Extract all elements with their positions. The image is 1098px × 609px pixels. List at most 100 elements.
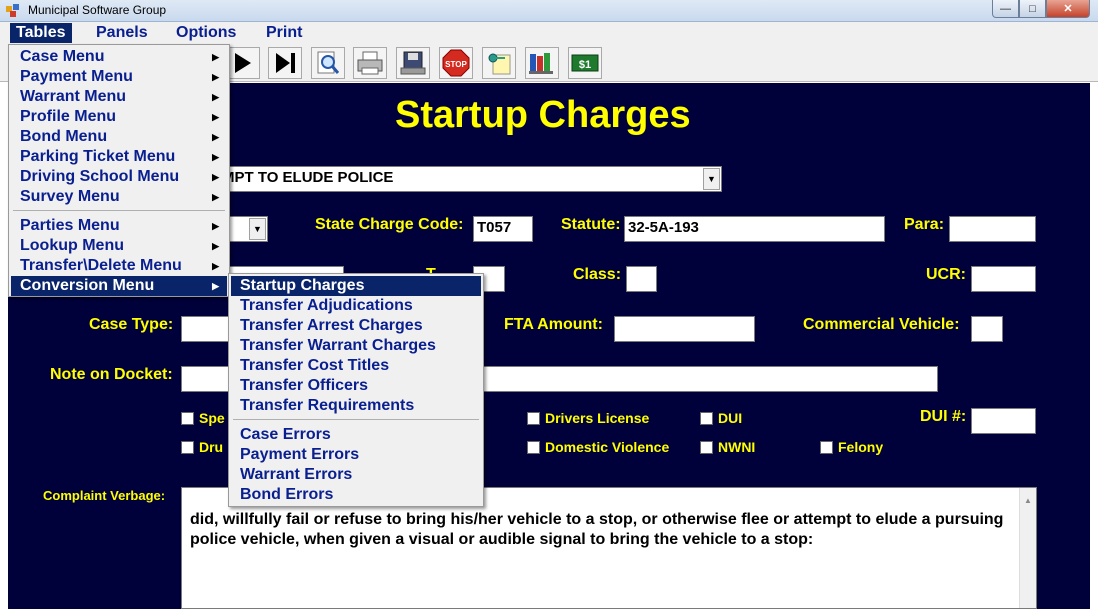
save-button[interactable] <box>396 47 430 79</box>
tables-dropdown-menu: Case Menu ▶ Payment Menu ▶ Warrant Menu ▶ P… <box>8 44 230 297</box>
stop-sign-icon: STOP <box>442 49 470 77</box>
window-title: Municipal Software Group <box>28 3 167 17</box>
menu-item-lookup-menu[interactable]: Lookup Menu ▶ <box>11 236 227 256</box>
dru-checkbox[interactable]: Dru <box>181 439 223 455</box>
submenu-arrow-icon: ▶ <box>212 132 219 142</box>
menu-item-label: Bond Menu <box>20 128 108 145</box>
dollar-bill-label: $1 <box>579 59 591 71</box>
menu-item-label: Transfer\Delete Menu <box>20 257 182 274</box>
title-bar: Municipal Software Group — □ ✕ <box>0 0 1098 22</box>
ucr-field[interactable] <box>971 266 1036 292</box>
menu-item-transfer-officers[interactable]: Transfer Officers <box>231 376 481 396</box>
menu-item-case-menu[interactable]: Case Menu ▶ <box>11 47 227 67</box>
next-record-button[interactable] <box>226 47 260 79</box>
note-on-docket-label: Note on Docket: <box>50 366 173 383</box>
menu-item-case-errors[interactable]: Case Errors <box>231 425 481 445</box>
menu-item-bond-errors[interactable]: Bond Errors <box>231 485 481 505</box>
stop-sign-label: STOP <box>445 60 467 69</box>
chevron-down-icon[interactable]: ▼ <box>703 168 720 190</box>
state-charge-code-field[interactable]: T057 <box>473 216 533 242</box>
menu-item-transfer-adjudications[interactable]: Transfer Adjudications <box>231 296 481 316</box>
submenu-arrow-icon: ▶ <box>212 192 219 202</box>
key-notes-button[interactable] <box>482 47 516 79</box>
maximize-button[interactable]: □ <box>1019 0 1046 18</box>
chevron-down-icon[interactable]: ▼ <box>249 218 266 240</box>
key-notepad-icon <box>488 53 511 75</box>
menu-item-label: Conversion Menu <box>20 277 155 294</box>
domestic-violence-checkbox[interactable]: Domestic Violence <box>527 439 669 455</box>
para-field[interactable] <box>949 216 1036 242</box>
menu-item-parking-ticket-menu[interactable]: Parking Ticket Menu ▶ <box>11 147 227 167</box>
magnifier-icon <box>317 51 340 74</box>
para-label: Para: <box>904 216 945 233</box>
menu-item-label: Driving School Menu <box>20 168 180 185</box>
charge-description-select[interactable]: MPT TO ELUDE POLICE ▼ <box>218 166 722 192</box>
maximize-icon: □ <box>1029 2 1036 15</box>
menu-item-transfer-requirements[interactable]: Transfer Requirements <box>231 396 481 416</box>
menu-item-driving-school-menu[interactable]: Driving School Menu ▶ <box>11 167 227 187</box>
submenu-arrow-icon: ▶ <box>212 241 219 251</box>
class-label: Class: <box>573 266 622 283</box>
minimize-button[interactable]: — <box>992 0 1019 18</box>
menu-print[interactable]: Print <box>260 23 308 43</box>
menu-item-profile-menu[interactable]: Profile Menu ▶ <box>11 107 227 127</box>
search-button[interactable] <box>311 47 345 79</box>
dui-number-label: DUI #: <box>920 408 967 425</box>
submenu-arrow-icon: ▶ <box>212 52 219 62</box>
submenu-arrow-icon: ▶ <box>212 92 219 102</box>
menu-options[interactable]: Options <box>170 23 242 43</box>
dui-number-field[interactable] <box>971 408 1036 434</box>
menu-item-transfer-delete-menu[interactable]: Transfer\Delete Menu ▶ <box>11 256 227 276</box>
menu-panels[interactable]: Panels <box>90 23 154 43</box>
vertical-scrollbar[interactable]: ▲ <box>1019 488 1036 608</box>
menu-item-payment-menu[interactable]: Payment Menu ▶ <box>11 67 227 87</box>
stop-button[interactable]: STOP <box>439 47 473 79</box>
dui-checkbox[interactable]: DUI <box>700 410 742 426</box>
submenu-arrow-icon: ▶ <box>212 112 219 122</box>
menu-item-survey-menu[interactable]: Survey Menu ▶ <box>11 187 227 207</box>
drivers-license-label: Drivers License <box>545 410 650 426</box>
scroll-up-icon[interactable]: ▲ <box>1024 491 1032 511</box>
menu-item-warrant-errors[interactable]: Warrant Errors <box>231 465 481 485</box>
menu-separator <box>233 419 479 420</box>
last-icon <box>276 53 295 73</box>
library-button[interactable] <box>525 47 559 79</box>
spe-checkbox-label: Spe <box>199 410 225 426</box>
menu-item-parties-menu[interactable]: Parties Menu ▶ <box>11 216 227 236</box>
menu-item-label: Lookup Menu <box>20 237 124 254</box>
submenu-arrow-icon: ▶ <box>212 281 219 291</box>
menu-item-startup-charges[interactable]: Startup Charges <box>231 276 481 296</box>
felony-checkbox[interactable]: Felony <box>820 439 883 455</box>
menu-item-payment-errors[interactable]: Payment Errors <box>231 445 481 465</box>
menu-bar: Tables Panels Options Print <box>0 22 1098 44</box>
menu-item-bond-menu[interactable]: Bond Menu ▶ <box>11 127 227 147</box>
dollar-bill-icon: $1 <box>571 54 599 72</box>
last-record-button[interactable] <box>268 47 302 79</box>
play-icon <box>235 53 251 73</box>
minimize-icon: — <box>1000 2 1011 15</box>
menu-item-label: Profile Menu <box>20 108 117 125</box>
commercial-vehicle-field[interactable] <box>971 316 1003 342</box>
fta-amount-field[interactable] <box>614 316 755 342</box>
print-button[interactable] <box>353 47 387 79</box>
menu-item-label: Warrant Menu <box>20 88 127 105</box>
menu-item-label: Parking Ticket Menu <box>20 148 176 165</box>
menu-separator <box>13 210 225 211</box>
payment-button[interactable]: $1 <box>568 47 602 79</box>
complaint-verbage-text: did, willfully fail or refuse to bring h… <box>190 511 1004 548</box>
statute-field[interactable]: 32-5A-193 <box>624 216 885 242</box>
menu-item-transfer-cost-titles[interactable]: Transfer Cost Titles <box>231 356 481 376</box>
menu-item-transfer-arrest-charges[interactable]: Transfer Arrest Charges <box>231 316 481 336</box>
menu-item-conversion-menu[interactable]: Conversion Menu ▶ <box>11 276 227 296</box>
spe-checkbox[interactable]: Spe <box>181 410 225 426</box>
menu-item-transfer-warrant-charges[interactable]: Transfer Warrant Charges <box>231 336 481 356</box>
submenu-arrow-icon: ▶ <box>212 72 219 82</box>
commercial-vehicle-label: Commercial Vehicle: <box>803 316 960 333</box>
nwni-checkbox[interactable]: NWNI <box>700 439 755 455</box>
class-field[interactable] <box>626 266 657 292</box>
complaint-verbage-label: Complaint Verbage: <box>43 488 166 503</box>
close-button[interactable]: ✕ <box>1046 0 1090 18</box>
drivers-license-checkbox[interactable]: Drivers License <box>527 410 649 426</box>
menu-tables[interactable]: Tables <box>10 23 72 43</box>
menu-item-warrant-menu[interactable]: Warrant Menu ▶ <box>11 87 227 107</box>
